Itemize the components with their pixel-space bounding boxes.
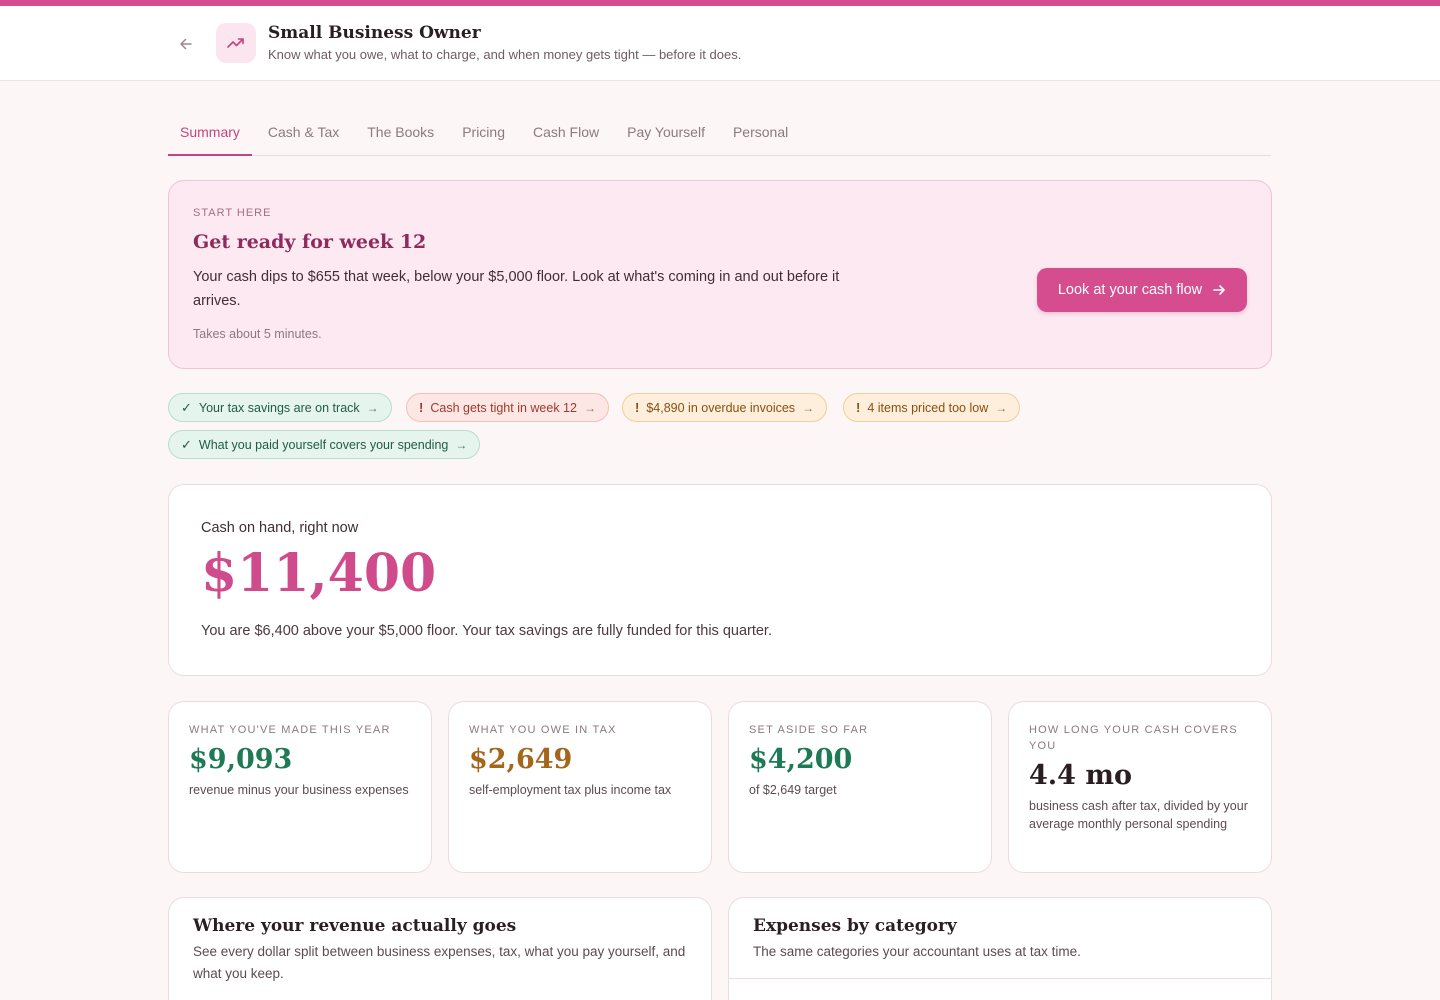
- arrow-left-icon: [180, 38, 192, 50]
- stat-description: self-employment tax plus income tax: [469, 783, 672, 797]
- trending-up-icon: [227, 38, 244, 48]
- start-here-card: START HERE Get ready for week 12 Your ca…: [168, 180, 1272, 369]
- arrow-right-icon: [1213, 285, 1225, 295]
- cash-amount: $11,400: [201, 543, 437, 604]
- stat-value: $4,200: [749, 744, 853, 775]
- cash-flow-cta-button[interactable]: Look at your cash flow: [1037, 268, 1247, 312]
- pill-label: 4 items priced too low: [867, 400, 989, 415]
- tab-the-books[interactable]: The Books: [355, 110, 446, 156]
- pill-tax-savings[interactable]: ✓ Your tax savings are on track →: [168, 393, 392, 422]
- stat-value: 4.4 mo: [1029, 760, 1132, 791]
- stat-label: HOW LONG YOUR CASH COVERS YOU: [1029, 724, 1238, 752]
- start-time-note: Takes about 5 minutes.: [193, 327, 322, 341]
- tab-bar: Summary Cash & Tax The Books Pricing Cas…: [168, 110, 1271, 156]
- arrow-right-icon: →: [802, 400, 815, 415]
- tab-pricing[interactable]: Pricing: [450, 110, 517, 156]
- start-title: Get ready for week 12: [193, 231, 427, 253]
- cash-on-hand-card: Cash on hand, right now $11,400 You are …: [168, 484, 1272, 676]
- page-title: Small Business Owner: [268, 23, 481, 43]
- tab-cash-tax[interactable]: Cash & Tax: [256, 110, 351, 156]
- start-body: Your cash dips to $655 that week, below …: [193, 269, 840, 309]
- expenses-by-category-panel: Expenses by category The same categories…: [728, 897, 1272, 1000]
- pill-pay-covers-spending[interactable]: ✓ What you paid yourself covers your spe…: [168, 430, 481, 459]
- cash-note: You are $6,400 above your $5,000 floor. …: [201, 623, 772, 639]
- tab-pay-yourself[interactable]: Pay Yourself: [615, 110, 717, 156]
- pill-overdue-invoices[interactable]: ! $4,890 in overdue invoices →: [622, 393, 828, 422]
- stat-label: WHAT YOU'VE MADE THIS YEAR: [189, 724, 391, 736]
- pill-underpriced-items[interactable]: ! 4 items priced too low →: [843, 393, 1021, 422]
- stat-value: $9,093: [189, 744, 293, 775]
- revenue-breakdown-panel: Where your revenue actually goes See eve…: [168, 897, 712, 1000]
- tab-cash-flow[interactable]: Cash Flow: [521, 110, 611, 156]
- pill-label: Cash gets tight in week 12: [430, 400, 577, 415]
- stat-description: of $2,649 target: [749, 783, 837, 797]
- stat-description: business cash after tax, divided by your…: [1029, 799, 1248, 831]
- panel-title: Where your revenue actually goes: [193, 916, 517, 936]
- pill-label: $4,890 in overdue invoices: [646, 400, 796, 415]
- check-icon: ✓: [181, 399, 192, 415]
- arrow-right-icon: →: [995, 400, 1008, 415]
- panel-divider: [729, 978, 1271, 979]
- alert-icon: !: [635, 400, 640, 415]
- panel-description: See every dollar split between business …: [193, 944, 686, 981]
- cta-label: Look at your cash flow: [1057, 282, 1203, 298]
- app-header: Small Business Owner Know what you owe, …: [0, 6, 1440, 81]
- page-subtitle: Know what you owe, what to charge, and w…: [268, 47, 742, 62]
- stat-card-runway: HOW LONG YOUR CASH COVERS YOU 4.4 mo bus…: [1008, 701, 1272, 873]
- alert-icon: !: [856, 400, 861, 415]
- tab-personal[interactable]: Personal: [721, 110, 800, 156]
- panel-title: Expenses by category: [753, 916, 957, 936]
- app-logo: [216, 23, 256, 63]
- stat-card-tax-owed: WHAT YOU OWE IN TAX $2,649 self-employme…: [448, 701, 712, 873]
- stat-card-set-aside: SET ASIDE SO FAR $4,200 of $2,649 target: [728, 701, 992, 873]
- stat-value: $2,649: [469, 744, 573, 775]
- pill-label: Your tax savings are on track: [198, 400, 360, 415]
- cash-label: Cash on hand, right now: [201, 520, 359, 536]
- arrow-right-icon: →: [455, 437, 468, 452]
- stat-label: WHAT YOU OWE IN TAX: [469, 724, 617, 736]
- stat-card-profit: WHAT YOU'VE MADE THIS YEAR $9,093 revenu…: [168, 701, 432, 873]
- arrow-right-icon: →: [366, 400, 379, 415]
- panel-description: The same categories your accountant uses…: [753, 944, 1081, 959]
- pill-cash-tight[interactable]: ! Cash gets tight in week 12 →: [406, 393, 609, 422]
- start-eyebrow: START HERE: [193, 207, 272, 219]
- stat-description: revenue minus your business expenses: [189, 783, 409, 797]
- back-button[interactable]: [174, 33, 198, 55]
- stat-label: SET ASIDE SO FAR: [749, 724, 869, 736]
- pill-label: What you paid yourself covers your spend…: [198, 437, 449, 452]
- alert-icon: !: [419, 400, 424, 415]
- arrow-right-icon: →: [583, 400, 596, 415]
- check-icon: ✓: [181, 436, 192, 452]
- tab-summary[interactable]: Summary: [168, 110, 252, 156]
